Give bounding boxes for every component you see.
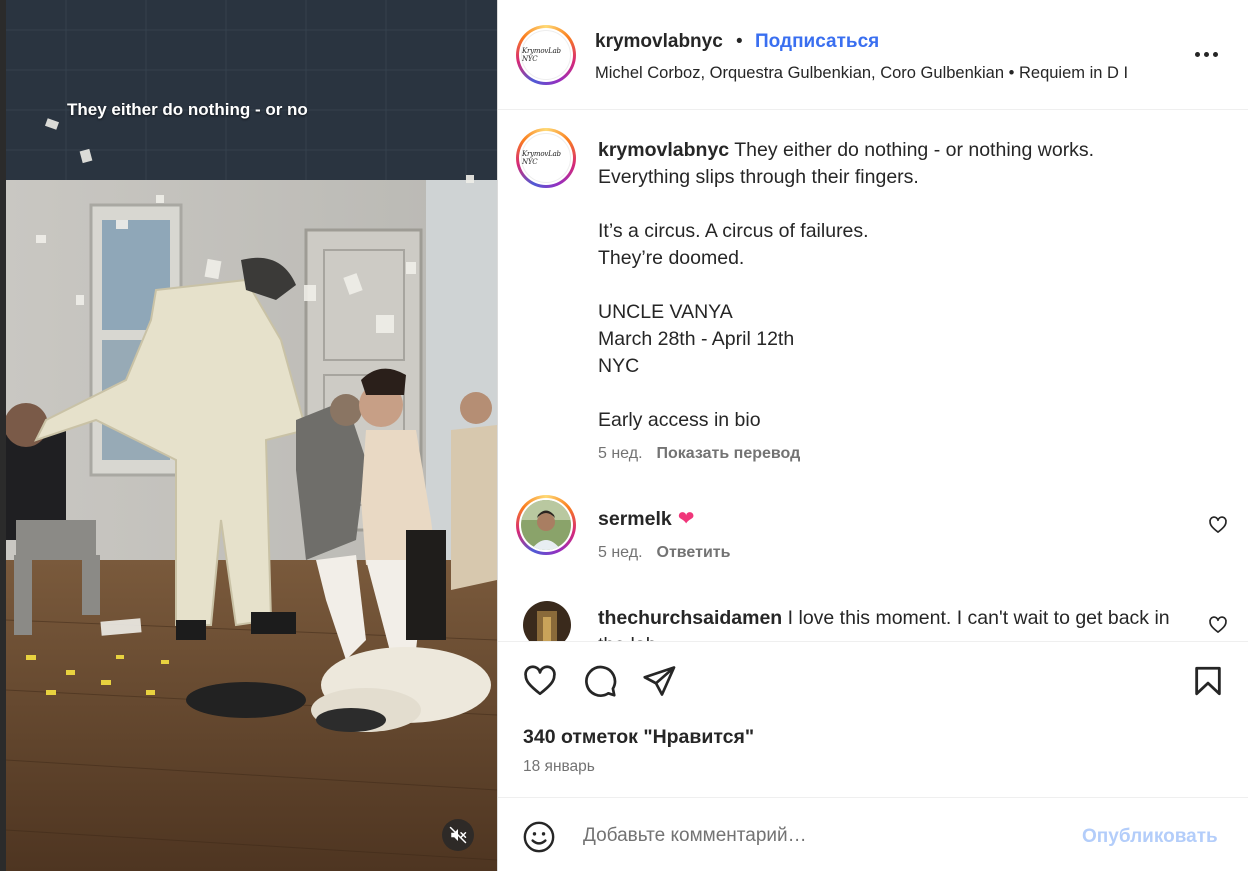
avatar-inner: KrymovLab NYC [519, 131, 573, 185]
caption-username[interactable]: krymovlabnyc [598, 139, 729, 161]
caption-line: Everything slips through their fingers. [598, 166, 919, 188]
comment-age: 5 нед. [598, 544, 643, 561]
commenter-photo [521, 500, 571, 550]
comment-like-button[interactable] [1208, 615, 1228, 640]
post-actions: 340 отметок "Нравится" 18 январь [498, 641, 1248, 797]
author-avatar[interactable]: KrymovLab NYC [516, 25, 576, 85]
caption-text: They either do nothing - or nothing work… [734, 139, 1095, 161]
reply-button[interactable]: Ответить [657, 544, 731, 561]
comments-list[interactable]: KrymovLab NYC krymovlabnyc They either d… [498, 111, 1248, 641]
caption-age: 5 нед. [598, 445, 643, 462]
more-dot [1212, 51, 1218, 57]
caption-author-avatar[interactable]: KrymovLab NYC [516, 128, 576, 188]
caption-line: krymovlabnyc They either do nothing - or… [598, 137, 1218, 164]
comment-input[interactable] [583, 820, 1053, 852]
heart-icon [524, 665, 556, 696]
bookmark-icon [1195, 666, 1221, 696]
comment-icon [585, 665, 617, 697]
instagram-post-viewer: They either do nothing - or no KrymovLab… [0, 0, 1248, 871]
post-video[interactable]: They either do nothing - or no [6, 0, 497, 871]
separator-dot: • [736, 31, 743, 52]
church-photo-icon [523, 601, 571, 641]
post-date[interactable]: 18 январь [523, 758, 595, 776]
share-button[interactable] [641, 663, 677, 704]
emoji-picker-button[interactable] [522, 820, 556, 859]
caption-line: They’re doomed. [598, 247, 745, 269]
audio-track-link[interactable]: Michel Corboz, Orquestra Gulbenkian, Cor… [595, 64, 1173, 83]
heart-emoji: ❤ [677, 508, 695, 530]
comment-body: thechurchsaidamen I love this moment. I … [598, 605, 1198, 641]
mute-toggle-button[interactable] [442, 819, 474, 851]
follow-button[interactable]: Подписаться [755, 31, 879, 53]
comment-username[interactable]: sermelk [598, 508, 672, 530]
caption-line: NYC [598, 355, 640, 377]
post-header: KrymovLab NYC krymovlabnyc • Подписаться… [498, 0, 1248, 110]
avatar-inner [519, 498, 573, 552]
commenter-avatar[interactable] [523, 601, 571, 641]
video-caption-overlay: They either do nothing - or no [67, 100, 308, 119]
speaker-muted-icon [449, 826, 467, 844]
avatar-logo: KrymovLab NYC [521, 30, 571, 80]
comment-composer: Опубликовать [498, 797, 1248, 871]
caption-line: March 28th - April 12th [598, 328, 795, 350]
more-dot [1203, 51, 1209, 57]
avatar-logo: KrymovLab NYC [521, 133, 571, 183]
comment-button[interactable] [582, 663, 618, 704]
save-button[interactable] [1191, 663, 1225, 704]
comment-like-button[interactable] [1208, 515, 1228, 540]
comment-body: sermelk ❤ [598, 506, 695, 531]
likes-count[interactable]: 340 отметок "Нравится" [523, 726, 754, 749]
show-translation-button[interactable]: Показать перевод [657, 445, 801, 462]
post-comment-button[interactable]: Опубликовать [1082, 826, 1218, 848]
heart-outline-icon [1209, 516, 1227, 533]
heart-outline-icon [1209, 616, 1227, 633]
person-photo-icon [521, 500, 571, 550]
more-options-button[interactable] [1192, 44, 1220, 64]
comment-meta: 5 нед. Ответить [598, 544, 730, 562]
caption-meta: 5 нед. Показать перевод [598, 445, 800, 463]
post-caption: krymovlabnyc They either do nothing - or… [598, 137, 1218, 434]
send-icon [643, 666, 676, 696]
caption-line: UNCLE VANYA [598, 301, 733, 323]
smiley-icon [523, 821, 555, 853]
caption-line: It’s a circus. A circus of failures. [598, 220, 869, 242]
video-frame [6, 0, 497, 871]
commenter-avatar[interactable] [516, 495, 576, 555]
avatar-inner: KrymovLab NYC [519, 28, 573, 82]
caption-line: Early access in bio [598, 409, 761, 431]
post-details-panel: KrymovLab NYC krymovlabnyc • Подписаться… [497, 0, 1248, 871]
author-username[interactable]: krymovlabnyc [595, 31, 723, 53]
more-horizontal-icon [1194, 51, 1200, 57]
like-button[interactable] [522, 663, 558, 704]
comment-username[interactable]: thechurchsaidamen [598, 607, 782, 629]
